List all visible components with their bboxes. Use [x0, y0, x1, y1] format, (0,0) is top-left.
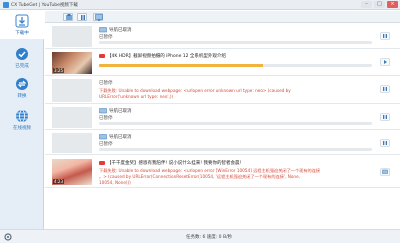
- app-logo-icon: [3, 2, 9, 8]
- row-status: 已暂停: [99, 81, 113, 86]
- video-thumbnail: 3:25: [52, 52, 92, 74]
- sidebar-item-label: 已完成: [15, 64, 29, 69]
- convert-icon: [16, 78, 28, 90]
- sidebar-item-completed[interactable]: 已完成: [0, 44, 44, 72]
- progress-bar: [99, 148, 372, 151]
- list-item[interactable]: 导航已取消 已暂停: [45, 24, 400, 49]
- globe-icon: [16, 109, 28, 123]
- video-duration: 4:23: [53, 179, 64, 184]
- paste-url-button[interactable]: [63, 13, 73, 21]
- task-speed-status: 任务数: 6 速度: 0 B/秒: [186, 235, 233, 240]
- monitor-icon: [95, 14, 103, 21]
- video-thumbnail: [52, 107, 92, 128]
- monitor-icon: [99, 134, 107, 140]
- pause-icon[interactable]: [380, 85, 390, 93]
- video-thumbnail: [52, 26, 92, 47]
- error-message: 10054, None))): [99, 180, 131, 185]
- download-icon: [15, 14, 29, 28]
- video-title: 【4K HDR】截屏视频拍摄的 iPhone 12 全系机型外观介绍: [107, 54, 226, 59]
- sidebar-item-label: 转换: [17, 94, 27, 99]
- row-status: 已暂停: [99, 35, 113, 40]
- sidebar-item-downloading[interactable]: 下载中: [0, 11, 44, 39]
- list-item[interactable]: 3:25 【4K HDR】截屏视频拍摄的 iPhone 12 全系机型外观介绍: [45, 50, 400, 76]
- video-thumbnail: [52, 133, 92, 153]
- pause-icon[interactable]: [380, 32, 390, 40]
- list-item[interactable]: 导航已取消 已暂停: [45, 131, 400, 155]
- title-bar: CX TubeGet | YouTube视频下载 – □ ×: [0, 0, 400, 10]
- progress-bar: [99, 64, 372, 67]
- monitor-icon[interactable]: [380, 168, 390, 176]
- youtube-icon: [99, 54, 105, 58]
- play-icon[interactable]: [380, 58, 390, 66]
- paste-icon: [66, 14, 72, 20]
- error-message: URLError('unknown url type: neo',)): [99, 94, 174, 99]
- pause-icon: [81, 15, 85, 20]
- settings-button[interactable]: [93, 13, 103, 21]
- window-title: CX TubeGet | YouTube视频下载: [11, 3, 78, 8]
- row-label: 导航已取消: [109, 109, 132, 114]
- video-duration: 3:25: [53, 68, 64, 73]
- progress-bar: [99, 41, 372, 44]
- sidebar: 下载中 已完成 转换 在线视频: [0, 11, 44, 243]
- row-status: 已暂停: [99, 116, 113, 121]
- youtube-icon: [99, 161, 105, 165]
- row-label: 导航已取消: [109, 28, 132, 33]
- sidebar-item-label: 下载中: [15, 31, 29, 36]
- video-thumbnail: [52, 79, 92, 102]
- status-bar: 任务数: 6 速度: 0 B/秒: [0, 229, 400, 243]
- minimize-button[interactable]: –: [361, 1, 372, 8]
- list-item[interactable]: 导航已取消 已暂停: [45, 105, 400, 130]
- toolbar: [45, 11, 400, 23]
- window-controls: – □ ×: [361, 1, 398, 8]
- monitor-icon: [99, 108, 107, 114]
- check-icon: [16, 48, 28, 60]
- pause-icon[interactable]: [380, 113, 390, 121]
- row-label: 导航已取消: [109, 135, 132, 140]
- video-title: 【千千度金奖】感恩有我陪伴! 说小说什么挂来! 我要你的智者会晨!: [107, 161, 242, 166]
- maximize-button[interactable]: □: [374, 1, 385, 8]
- pause-all-button[interactable]: [77, 13, 87, 21]
- download-list: 导航已取消 已暂停 3:25 【4K HDR】截屏视频拍摄的 iPhone 12…: [45, 24, 400, 229]
- row-status: 已暂停: [99, 142, 113, 147]
- progress-bar: [99, 122, 372, 125]
- sidebar-item-label: 在线视频: [13, 126, 31, 131]
- gear-icon[interactable]: [4, 233, 12, 241]
- sidebar-item-convert[interactable]: 转换: [0, 74, 44, 102]
- pause-icon[interactable]: [380, 139, 390, 147]
- sidebar-item-online-video[interactable]: 在线视频: [0, 106, 44, 134]
- list-item[interactable]: 4:23 【千千度金奖】感恩有我陪伴! 说小说什么挂来! 我要你的智者会晨! 下…: [45, 156, 400, 188]
- close-button[interactable]: ×: [387, 1, 398, 8]
- video-thumbnail: 4:23: [52, 159, 92, 185]
- monitor-icon: [99, 27, 107, 33]
- list-item[interactable]: 已暂停 下载失败: Unable to download webpage: <u…: [45, 77, 400, 104]
